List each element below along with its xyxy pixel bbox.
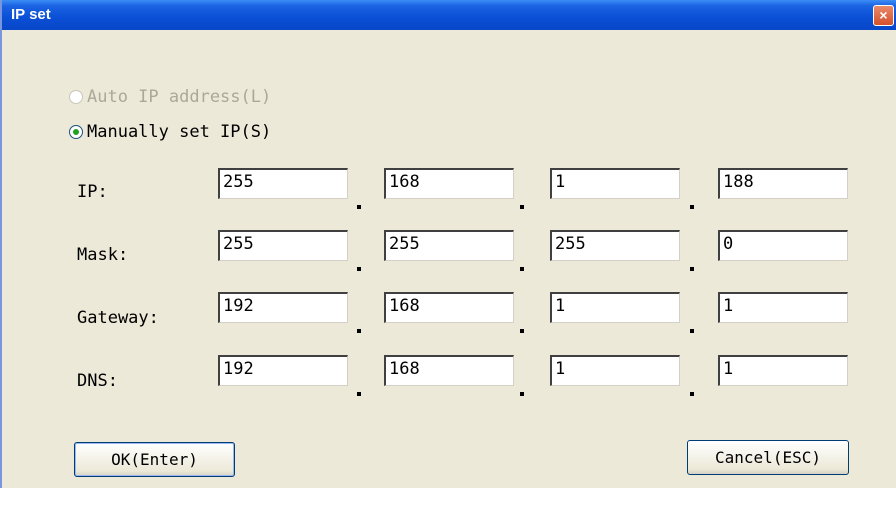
octet-separator xyxy=(520,267,524,271)
radio-selected-icon xyxy=(73,129,79,135)
manual-ip-label: Manually set IP(S) xyxy=(87,122,272,142)
gateway-octet-4[interactable]: 1 xyxy=(718,292,848,323)
octet-separator xyxy=(357,392,361,396)
octet-separator xyxy=(690,392,694,396)
close-button[interactable]: × xyxy=(873,5,894,26)
ip-label: IP: xyxy=(77,182,108,202)
octet-separator xyxy=(690,205,694,209)
gateway-octet-1[interactable]: 192 xyxy=(218,292,348,323)
manual-ip-option[interactable]: Manually set IP(S) xyxy=(69,121,271,143)
mask-octet-3[interactable]: 255 xyxy=(550,230,680,261)
mask-octet-1[interactable]: 255 xyxy=(218,230,348,261)
ip-octet-1[interactable]: 255 xyxy=(218,168,348,199)
auto-ip-option[interactable]: Auto IP address(L) xyxy=(69,86,271,108)
octet-separator xyxy=(690,329,694,333)
gateway-label: Gateway: xyxy=(77,308,159,328)
dns-octet-2[interactable]: 168 xyxy=(384,355,514,386)
auto-ip-label: Auto IP address(L) xyxy=(87,87,272,107)
dns-octet-3[interactable]: 1 xyxy=(550,355,680,386)
dns-label: DNS: xyxy=(77,371,118,391)
octet-separator xyxy=(520,205,524,209)
ok-button[interactable]: OK(Enter) xyxy=(74,442,235,477)
mask-label: Mask: xyxy=(77,245,129,265)
octet-separator xyxy=(357,267,361,271)
window-title: IP set xyxy=(11,6,51,23)
ip-set-dialog: IP set × Auto IP address(L) Manually set… xyxy=(0,0,896,488)
gateway-octet-2[interactable]: 168 xyxy=(384,292,514,323)
dns-octet-4[interactable]: 1 xyxy=(718,355,848,386)
auto-ip-radio[interactable] xyxy=(69,90,83,104)
ip-octet-3[interactable]: 1 xyxy=(550,168,680,199)
mask-octet-4[interactable]: 0 xyxy=(718,230,848,261)
manual-ip-radio[interactable] xyxy=(69,125,83,139)
octet-separator xyxy=(357,329,361,333)
gateway-octet-3[interactable]: 1 xyxy=(550,292,680,323)
mask-octet-2[interactable]: 255 xyxy=(384,230,514,261)
octet-separator xyxy=(520,392,524,396)
cancel-button[interactable]: Cancel(ESC) xyxy=(687,440,849,475)
octet-separator xyxy=(357,205,361,209)
octet-separator xyxy=(520,329,524,333)
ip-octet-4[interactable]: 188 xyxy=(718,168,848,199)
close-icon: × xyxy=(879,7,888,23)
dns-octet-1[interactable]: 192 xyxy=(218,355,348,386)
octet-separator xyxy=(690,267,694,271)
ip-octet-2[interactable]: 168 xyxy=(384,168,514,199)
title-bar[interactable]: IP set × xyxy=(2,0,896,30)
